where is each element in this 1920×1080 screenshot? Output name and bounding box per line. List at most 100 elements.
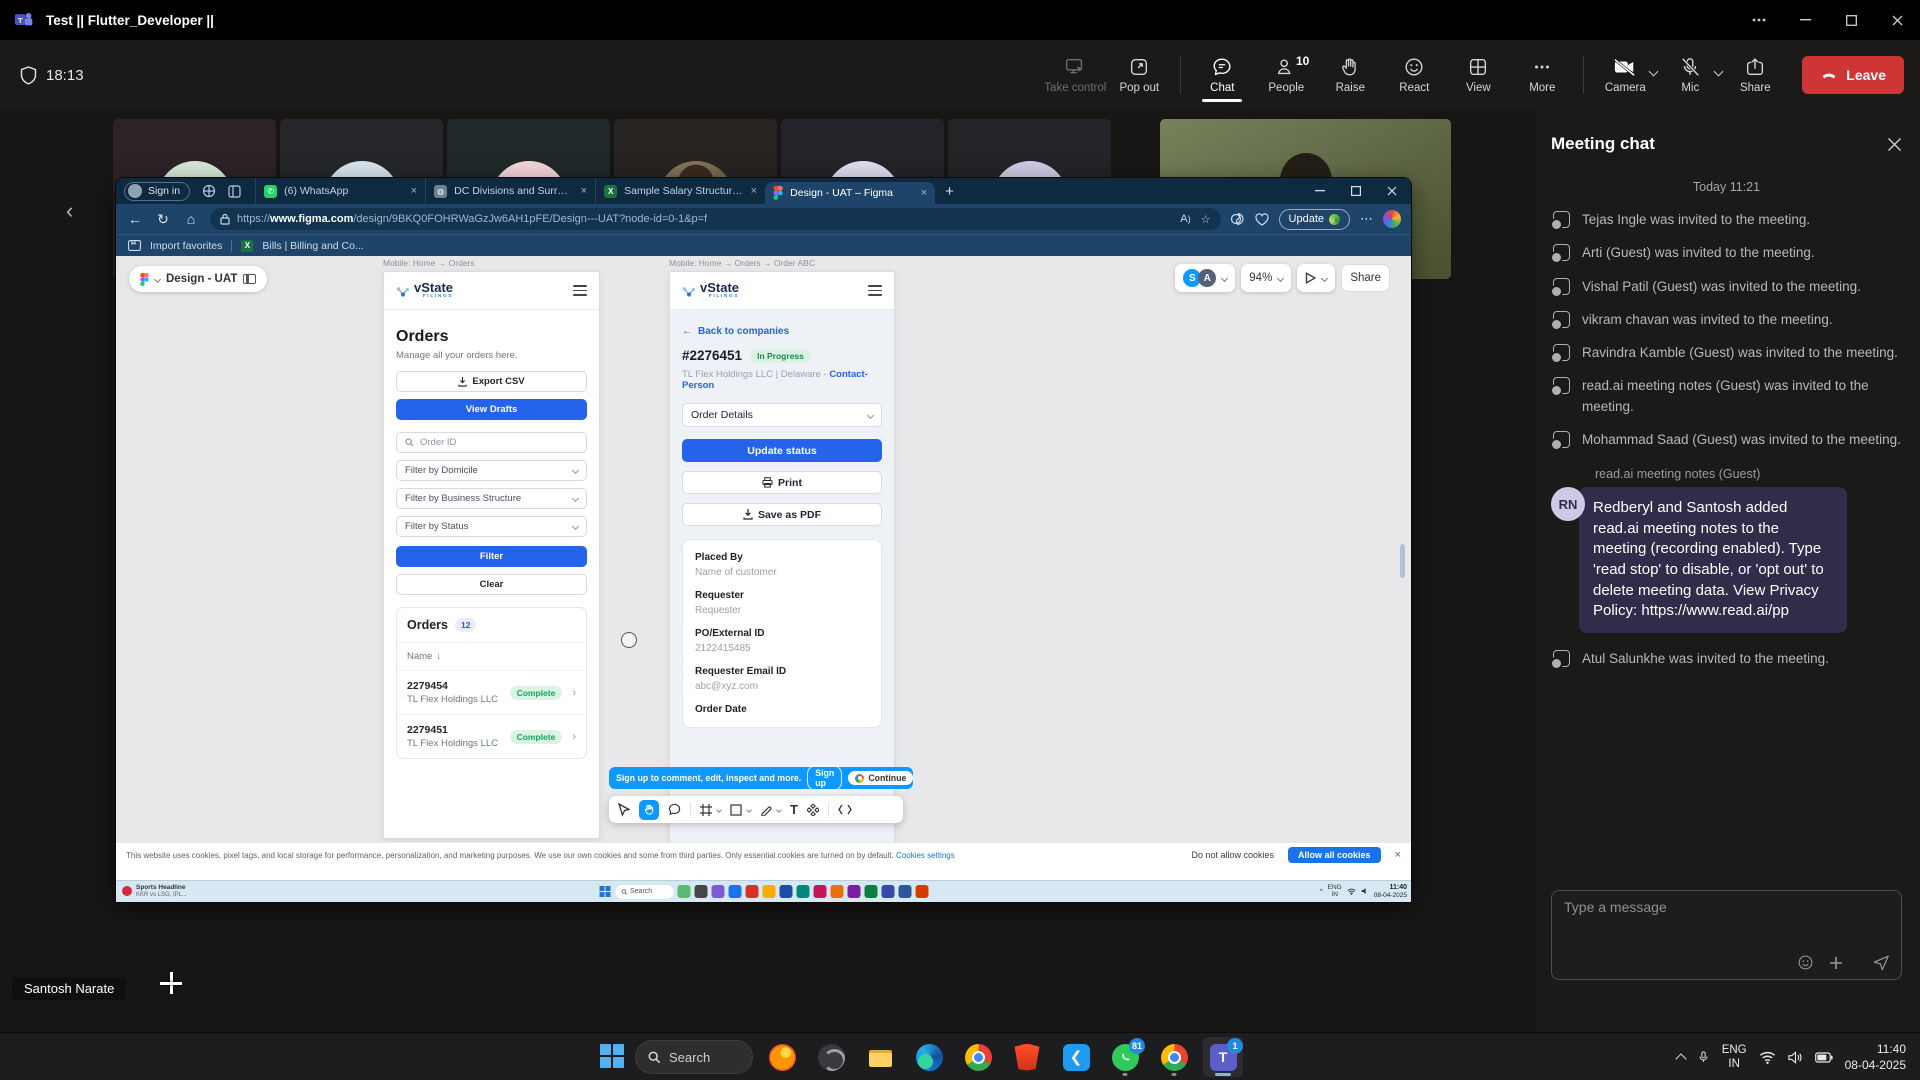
- raise-hand-button[interactable]: Raise: [1319, 50, 1381, 100]
- remote-start-button[interactable]: [599, 886, 611, 898]
- bills-bookmark-link[interactable]: Bills | Billing and Co...: [262, 240, 363, 252]
- people-button[interactable]: 10 People: [1255, 50, 1317, 100]
- filter-button[interactable]: Filter: [396, 546, 587, 567]
- remote-app-icon[interactable]: [813, 885, 826, 898]
- frame-tool-icon[interactable]: [700, 804, 712, 816]
- import-favorites-link[interactable]: Import favorites: [150, 240, 222, 252]
- browser-update-button[interactable]: Update: [1279, 209, 1350, 230]
- share-button[interactable]: Share: [1724, 50, 1786, 100]
- browser-menu-icon[interactable]: ⋯: [1360, 211, 1373, 227]
- chevron-down-icon[interactable]: [776, 807, 782, 813]
- remote-app-icon[interactable]: [796, 885, 809, 898]
- view-button[interactable]: View: [1447, 50, 1509, 100]
- browser-close-icon[interactable]: [1387, 186, 1397, 196]
- chat-close-icon[interactable]: [1887, 137, 1902, 152]
- filter-domicile-select[interactable]: Filter by Domicile: [396, 460, 587, 481]
- remote-app-icon[interactable]: [898, 885, 911, 898]
- attach-plus-icon[interactable]: [1828, 955, 1844, 971]
- read-aloud-icon[interactable]: A): [1180, 213, 1190, 226]
- chat-compose-box[interactable]: [1551, 890, 1902, 980]
- tab-dc-divisions[interactable]: ◍ DC Divisions and Surroundings×: [425, 178, 595, 204]
- brave-icon[interactable]: [1007, 1037, 1047, 1077]
- browser-profile-button[interactable]: Sign in: [124, 182, 190, 201]
- name-column-header[interactable]: Name: [407, 651, 432, 662]
- refresh-icon[interactable]: ↻: [154, 211, 172, 228]
- app-icon-dark[interactable]: [811, 1037, 851, 1077]
- new-tab-button[interactable]: +: [945, 183, 954, 200]
- tab-close-icon[interactable]: ×: [751, 185, 757, 197]
- remote-app-icon[interactable]: [728, 885, 741, 898]
- remote-app-icon[interactable]: [677, 885, 690, 898]
- figma-canvas[interactable]: Design - UAT S A 94%: [116, 256, 1411, 880]
- figma-present-button[interactable]: [1297, 264, 1335, 292]
- allow-cookies-button[interactable]: Allow all cookies: [1288, 847, 1381, 863]
- back-to-companies-link[interactable]: ←Back to companies: [682, 326, 882, 337]
- view-drafts-button[interactable]: View Drafts: [396, 399, 587, 420]
- filmstrip-prev-icon[interactable]: ‹: [66, 198, 73, 224]
- leave-button[interactable]: Leave: [1802, 56, 1904, 94]
- comment-tool-icon[interactable]: [668, 803, 681, 816]
- dev-mode-icon[interactable]: [838, 804, 852, 815]
- chevron-down-icon[interactable]: [716, 807, 722, 813]
- whatsapp-icon[interactable]: 81: [1105, 1037, 1145, 1077]
- filter-business-select[interactable]: Filter by Business Structure: [396, 488, 587, 509]
- remote-app-icon[interactable]: [864, 885, 877, 898]
- workspaces-icon[interactable]: [202, 184, 216, 198]
- emoji-icon[interactable]: [1797, 954, 1814, 971]
- window-more-icon[interactable]: [1736, 0, 1782, 40]
- move-tool-icon[interactable]: [618, 803, 630, 817]
- order-id-input[interactable]: Order ID: [396, 432, 587, 453]
- tray-chevron-icon[interactable]: [1675, 1053, 1686, 1064]
- deny-cookies-button[interactable]: Do not allow cookies: [1191, 850, 1274, 860]
- wifi-icon[interactable]: [1759, 1051, 1776, 1064]
- react-button[interactable]: React: [1383, 50, 1445, 100]
- browser-maximize-icon[interactable]: [1351, 186, 1361, 196]
- more-button[interactable]: More: [1511, 50, 1573, 100]
- sign-up-button[interactable]: Sign up: [807, 765, 842, 791]
- chat-message-input[interactable]: [1564, 899, 1891, 949]
- favorite-star-icon[interactable]: ☆: [1201, 213, 1211, 226]
- firefox-icon[interactable]: [762, 1037, 802, 1077]
- camera-button[interactable]: Camera: [1594, 50, 1656, 100]
- window-maximize-button[interactable]: [1828, 0, 1874, 40]
- mic-button[interactable]: Mic: [1659, 50, 1721, 100]
- chat-button[interactable]: Chat: [1191, 50, 1253, 100]
- browser-essentials-icon[interactable]: [1231, 212, 1245, 226]
- browser-minimize-icon[interactable]: [1315, 190, 1325, 192]
- page-scrollbar-thumb[interactable]: [1400, 544, 1405, 578]
- vscode-icon[interactable]: ❮: [1056, 1037, 1096, 1077]
- window-close-button[interactable]: [1874, 0, 1920, 40]
- send-icon[interactable]: [1872, 953, 1891, 972]
- window-minimize-button[interactable]: [1782, 0, 1828, 40]
- figma-frame-orders[interactable]: vState FILINGS Orders Manage all your or…: [383, 271, 600, 839]
- figma-zoom-control[interactable]: 94%: [1241, 264, 1291, 292]
- chrome-profile2-icon[interactable]: [1154, 1037, 1194, 1077]
- taskbar-clock[interactable]: 11:40 08-04-2025: [1845, 1041, 1906, 1073]
- tab-figma-active[interactable]: Design - UAT – Figma×: [765, 182, 935, 204]
- remote-app-icon[interactable]: [762, 885, 775, 898]
- collaborators-chevron-icon[interactable]: [1221, 274, 1228, 281]
- google-continue-button[interactable]: Continue: [848, 771, 913, 785]
- save-as-pdf-button[interactable]: Save as PDF: [682, 503, 882, 526]
- tab-close-icon[interactable]: ×: [411, 185, 417, 197]
- edge-icon[interactable]: [909, 1037, 949, 1077]
- shape-tool-icon[interactable]: [730, 804, 742, 816]
- order-row[interactable]: 2279451TL Flex Holdings LLC Complete ›: [397, 715, 586, 758]
- cookie-close-icon[interactable]: ×: [1395, 849, 1401, 861]
- remote-app-icon[interactable]: [694, 885, 707, 898]
- print-button[interactable]: Print: [682, 471, 882, 494]
- layout-panel-icon[interactable]: [243, 274, 256, 284]
- tab-actions-icon[interactable]: [228, 185, 241, 198]
- remote-search-box[interactable]: Search: [615, 885, 673, 899]
- hamburger-menu-icon[interactable]: [868, 282, 882, 299]
- cookie-settings-link[interactable]: Cookies settings: [896, 851, 955, 860]
- filter-status-select[interactable]: Filter by Status: [396, 516, 587, 537]
- remote-lang-indicator[interactable]: ENGIN: [1328, 884, 1342, 898]
- tray-mic-icon[interactable]: [1697, 1049, 1710, 1065]
- home-icon[interactable]: ⌂: [182, 211, 200, 227]
- browser-profile-avatar[interactable]: [1383, 210, 1401, 228]
- doc-menu-chevron-icon[interactable]: [154, 275, 161, 282]
- remote-app-icon[interactable]: [847, 885, 860, 898]
- remote-app-icon[interactable]: [779, 885, 792, 898]
- order-details-select[interactable]: Order Details: [682, 403, 882, 427]
